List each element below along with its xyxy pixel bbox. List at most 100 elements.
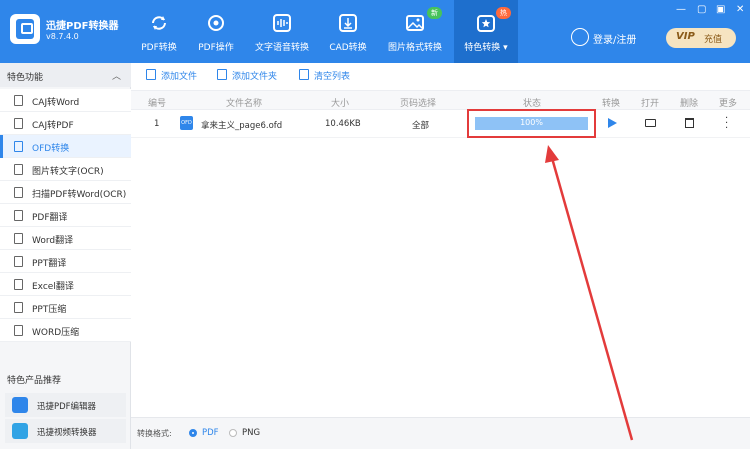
col-status: 状态 [523,99,542,109]
sidebar-item-caj-word[interactable]: CAJ转Word [0,89,131,112]
video-converter-app-icon [12,423,28,439]
document-icon [14,279,23,290]
recharge-label: 充值 [704,35,723,45]
play-icon[interactable] [608,118,617,128]
refresh-icon [152,16,166,30]
product-pdf-editor[interactable]: 迅捷PDF编辑器 [5,393,126,417]
tab-label: 文字语音转换 [254,43,309,53]
sparkle-box-icon [477,15,495,32]
sidebar-item-ofd[interactable]: OFD转换 [0,135,131,158]
radio-png[interactable] [229,429,237,437]
restore-icon[interactable]: ▢ [697,4,706,15]
hot-badge: 热 [496,7,511,19]
tab-label: 图片格式转换 [387,43,442,53]
sidebar-item-label: 扫描PDF转Word(OCR) [32,190,127,200]
sidebar-item-caj-pdf[interactable]: CAJ转PDF [0,112,131,135]
more-vertical-icon[interactable]: · · · [725,114,728,134]
row-pages[interactable]: 全部 [412,119,429,131]
product-video-converter[interactable]: 迅捷视频转换器 [5,419,126,443]
row-index: 1 [154,119,160,129]
new-badge: 新 [427,7,442,19]
clear-list-label: 清空列表 [314,72,351,82]
sidebar-item-pdf-translate[interactable]: PDF翻译 [0,204,131,227]
audio-wave-icon [273,14,291,32]
col-convert: 转换 [602,99,621,109]
status-highlight-box [467,109,596,138]
product-label: 迅捷视频转换器 [37,428,97,438]
trash-icon[interactable] [685,118,694,128]
tab-label: PDF转换 [141,43,177,53]
tab-label: CAD转换 [329,43,367,53]
gear-icon [208,15,224,31]
add-folder-icon [217,69,227,80]
clear-list-icon [299,69,309,80]
sidebar-item-label: PPT翻译 [32,259,67,269]
download-box-icon [339,14,357,32]
document-icon [14,141,23,152]
sidebar-item-label: PDF翻译 [32,213,68,223]
tab-text-speech[interactable]: 文字语音转换 [250,0,314,63]
row-size: 10.46KB [325,119,361,129]
sidebar-item-image-ocr[interactable]: 图片转文字(OCR) [0,158,131,181]
col-pages: 页码选择 [400,99,437,109]
tab-label: 特色转换 ▾ [464,43,508,53]
sidebar-header-label: 特色功能 [7,73,44,83]
products-header: 特色产品推荐 [7,376,62,386]
add-folder-label: 添加文件夹 [232,72,278,82]
chevron-up-icon[interactable]: ︿ [112,69,121,82]
vip-recharge-button[interactable]: VIP 充值 [666,28,736,48]
sidebar-item-excel-translate[interactable]: Excel翻译 [0,273,131,296]
sidebar-item-ppt-translate[interactable]: PPT翻译 [0,250,131,273]
minimize-icon[interactable]: — [676,4,686,15]
user-icon [571,28,589,46]
table-row[interactable]: 1 OFD 拿来主义_page6.ofd 10.46KB 全部 100% · · · [131,110,750,138]
document-icon [14,256,23,267]
sidebar-item-label: CAJ转PDF [32,121,74,131]
sidebar-item-label: WORD压缩 [32,328,80,338]
app-name: 迅捷PDF转换器 [46,21,119,32]
image-icon [406,15,424,31]
format-label: 转换格式: [137,429,172,438]
document-icon [14,325,23,336]
add-file-label: 添加文件 [161,72,198,82]
sidebar: 特色功能 ︿ CAJ转Word CAJ转PDF OFD转换 图片转文字(OCR)… [0,63,131,449]
sidebar-item-label: CAJ转Word [32,98,80,108]
close-icon[interactable]: ✕ [736,4,744,15]
maximize-icon[interactable]: ▣ [716,4,725,15]
sidebar-item-label: Excel翻译 [32,282,74,292]
tab-cad-convert[interactable]: CAD转换 [324,0,372,63]
sidebar-header[interactable]: 特色功能 ︿ [0,63,131,87]
document-icon [14,164,23,175]
tab-image-convert[interactable]: 图片格式转换 新 [384,0,446,63]
col-index: 编号 [148,99,167,109]
format-bar: 转换格式: PDF PNG [131,417,750,449]
sidebar-item-scan-ocr[interactable]: 扫描PDF转Word(OCR) [0,181,131,204]
document-icon [14,210,23,221]
col-more: 更多 [719,99,738,109]
sidebar-item-ppt-compress[interactable]: PPT压缩 [0,296,131,319]
ofd-file-icon: OFD [180,116,193,130]
sidebar-item-word-compress[interactable]: WORD压缩 [0,319,131,342]
sidebar-item-word-translate[interactable]: Word翻译 [0,227,131,250]
tab-pdf-operation[interactable]: PDF操作 [190,0,242,63]
document-icon [14,118,23,129]
option-pdf-label: PDF [202,428,219,438]
chevron-down-icon: ▾ [503,43,508,53]
radio-pdf[interactable] [189,429,197,437]
app-header: 迅捷PDF转换器 v8.7.4.0 PDF转换 PDF操作 文字语音转换 CAD… [0,0,750,63]
row-file-name: 拿来主义_page6.ofd [201,121,283,131]
tab-pdf-convert[interactable]: PDF转换 [132,0,186,63]
sidebar-item-label: 图片转文字(OCR) [32,167,104,177]
option-png-label: PNG [242,428,261,438]
folder-icon[interactable] [645,119,656,127]
tab-label: PDF操作 [198,43,234,53]
document-icon [14,187,23,198]
tab-feature-convert[interactable]: 特色转换 ▾ 热 [454,0,518,63]
login-label: 登录/注册 [593,35,637,46]
col-file-name: 文件名称 [226,99,263,109]
document-icon [14,233,23,244]
vip-label: VIP [676,31,695,42]
sidebar-item-label: PPT压缩 [32,305,67,315]
document-icon [14,302,23,313]
app-logo-icon [10,14,40,44]
